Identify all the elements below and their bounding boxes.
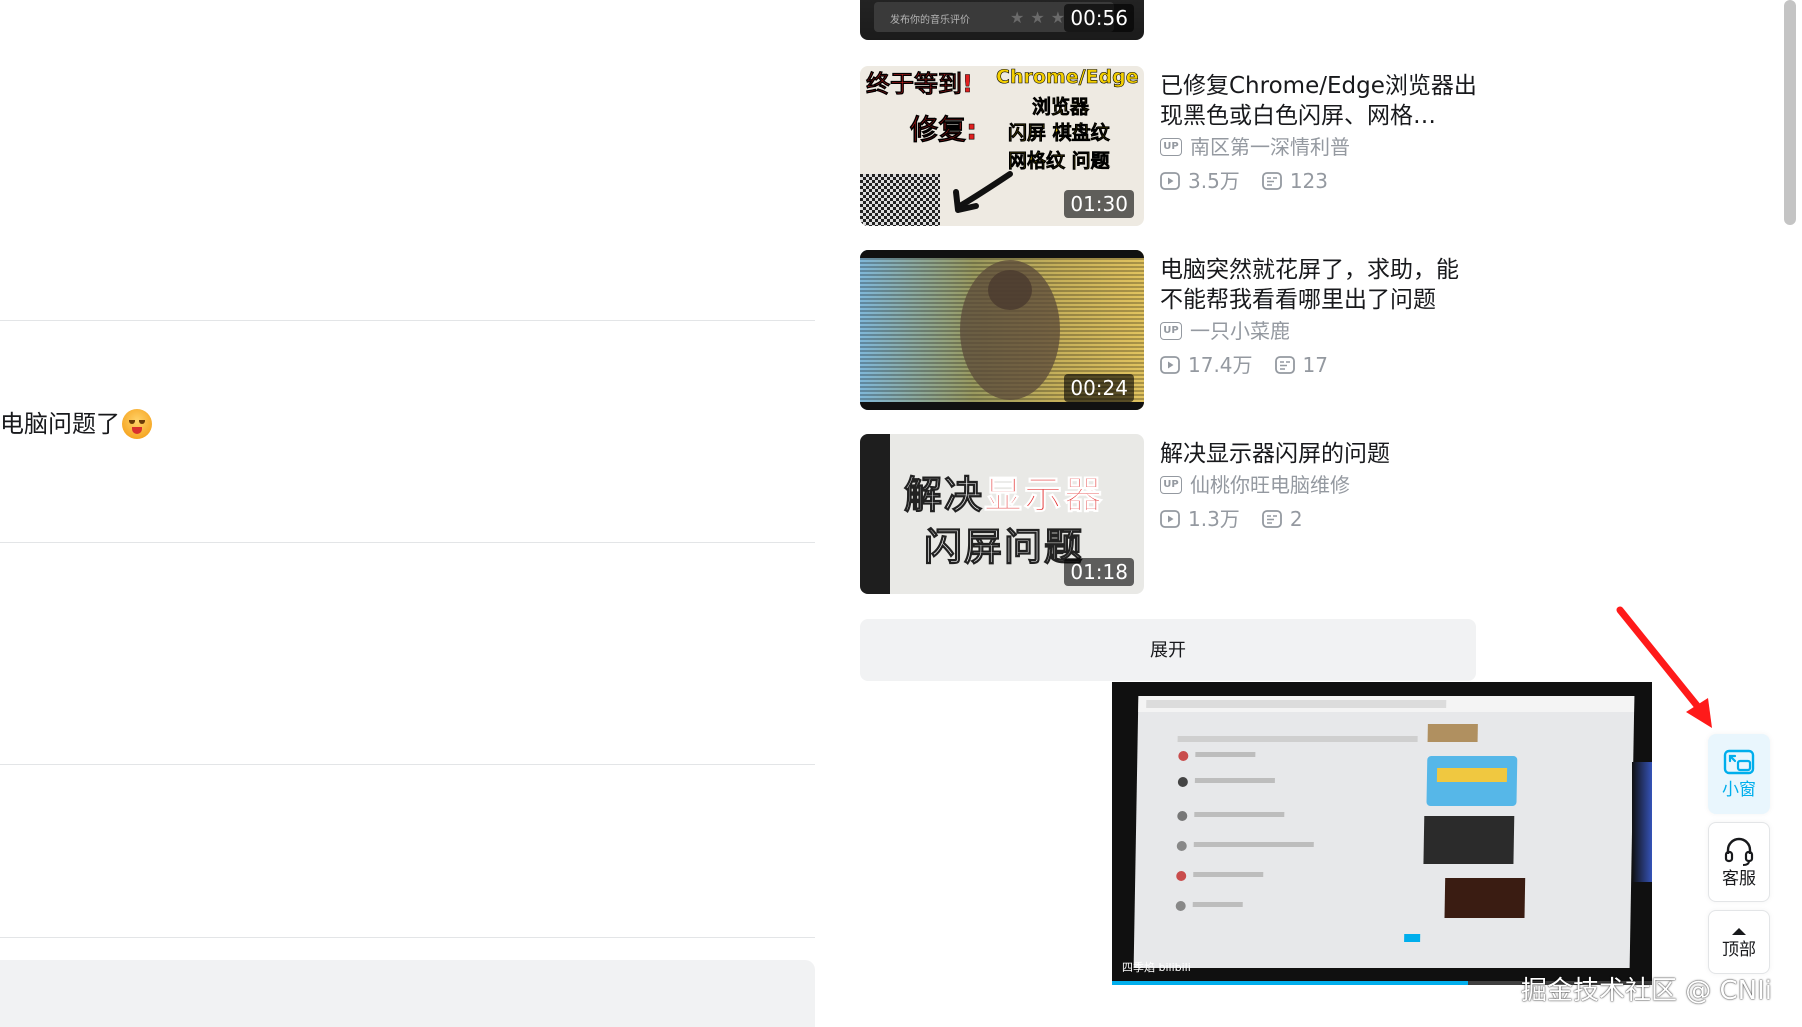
customer-service-label: 客服	[1722, 868, 1756, 889]
view-count: 3.5万	[1188, 169, 1240, 193]
video-duration: 01:30	[1064, 190, 1134, 218]
video-stats: 3.5万 123	[1160, 168, 1480, 194]
play-count-icon	[1160, 356, 1180, 374]
related-video-card[interactable]: 00:24 电脑突然就花屏了，求助，能不能帮我看看哪里出了问题 UP 一只小菜鹿…	[860, 250, 1480, 410]
video-stats: 17.4万 17	[1160, 352, 1480, 378]
danmaku-count-icon	[1274, 356, 1295, 374]
video-uploader[interactable]: UP 仙桃你旺电脑维修	[1160, 472, 1480, 498]
thumb-text: 终于等到!	[866, 70, 973, 99]
comment-divider	[0, 937, 815, 938]
video-stats: 1.3万 2	[1160, 506, 1480, 532]
comment-text: 电脑问题了	[0, 408, 152, 440]
screen-content-image	[1138, 696, 1635, 942]
page-scrollbar[interactable]	[1784, 0, 1796, 225]
comment-input-bar[interactable]	[0, 960, 815, 1027]
video-duration: 00:56	[1064, 4, 1134, 32]
customer-service-button[interactable]: 客服	[1708, 822, 1770, 902]
comment-divider	[0, 764, 815, 765]
emoji-icon	[122, 409, 152, 439]
red-arrow-icon	[1616, 606, 1712, 728]
video-uploader[interactable]: UP 南区第一深情利普	[1160, 134, 1480, 160]
video-title[interactable]: 已修复Chrome/Edge浏览器出现黑色或白色闪屏、网格…	[1160, 71, 1480, 131]
mini-window-label: 小窗	[1722, 779, 1756, 800]
comment-divider	[0, 320, 815, 321]
comment-partial-text: 电脑问题了	[0, 410, 120, 438]
mini-window-button[interactable]: 小窗	[1708, 734, 1770, 814]
thumb-text: 显示器	[983, 473, 1105, 518]
mini-player-progress-fill	[1112, 981, 1469, 985]
mini-window-icon	[1723, 749, 1755, 774]
thumb-text: 修复:	[910, 113, 978, 147]
view-count: 17.4万	[1188, 353, 1253, 377]
thumb-text: 网格纹 问题	[1008, 150, 1110, 173]
up-badge-icon: UP	[1160, 322, 1182, 340]
danmaku-count: 2	[1289, 507, 1303, 531]
video-title[interactable]: 电脑突然就花屏了，求助，能不能帮我看看哪里出了问题	[1160, 255, 1480, 315]
mini-player-window[interactable]: 四季焰 bilibili	[1112, 682, 1652, 985]
up-badge-icon: UP	[1160, 476, 1182, 494]
video-duration: 00:24	[1064, 374, 1134, 402]
related-video-card[interactable]: 终于等到! Chrome/Edge 浏览器 修复: 闪屏 棋盘纹 网格纹 问题 …	[860, 66, 1480, 226]
thumb-text: 闪屏问题	[923, 525, 1085, 570]
mini-player-watermark: 四季焰 bilibili	[1122, 961, 1191, 974]
caret-up-icon	[1732, 927, 1746, 935]
back-to-top-label: 顶部	[1722, 939, 1756, 960]
thumb-text: 解决	[903, 473, 985, 518]
uploader-name: 一只小菜鹿	[1190, 319, 1290, 343]
thumb-text: Chrome/Edge	[996, 66, 1139, 88]
related-video-card[interactable]: 发布你的音乐评价 ★★★ 00:56	[860, 0, 1480, 40]
video-thumbnail[interactable]: 00:24	[860, 250, 1144, 410]
video-duration: 01:18	[1064, 558, 1134, 586]
play-count-icon	[1160, 510, 1180, 528]
view-count: 1.3万	[1188, 507, 1240, 531]
page: 电脑问题了 发布你的音乐评价 ★★★ 00:56 终于等到! Chrome/Ed…	[0, 0, 1802, 1027]
uploader-name: 南区第一深情利普	[1190, 135, 1350, 159]
uploader-name: 仙桃你旺电脑维修	[1190, 473, 1350, 497]
danmaku-count: 123	[1289, 169, 1328, 193]
source-watermark: 掘金技术社区 @ CNIi	[1520, 976, 1772, 1006]
danmaku-count: 17	[1302, 353, 1328, 377]
video-thumbnail[interactable]: 发布你的音乐评价 ★★★ 00:56	[860, 0, 1144, 40]
expand-button[interactable]: 展开	[860, 619, 1476, 681]
video-title[interactable]: 解决显示器闪屏的问题	[1160, 439, 1480, 469]
mini-player-video[interactable]	[1133, 696, 1635, 968]
related-video-card[interactable]: 解决 显示器 闪屏问题 01:18 解决显示器闪屏的问题 UP 仙桃你旺电脑维修…	[860, 434, 1480, 594]
danmaku-count-icon	[1261, 172, 1282, 190]
video-thumbnail[interactable]: 解决 显示器 闪屏问题 01:18	[860, 434, 1144, 594]
back-to-top-button[interactable]: 顶部	[1708, 910, 1770, 974]
play-count-icon	[1160, 172, 1180, 190]
danmaku-count-icon	[1261, 510, 1282, 528]
video-thumbnail[interactable]: 终于等到! Chrome/Edge 浏览器 修复: 闪屏 棋盘纹 网格纹 问题 …	[860, 66, 1144, 226]
thumb-text: 浏览器	[1032, 96, 1090, 119]
headset-icon	[1724, 837, 1754, 866]
rating-stars-icon: ★★★	[1010, 8, 1072, 27]
up-badge-icon: UP	[1160, 138, 1182, 156]
thumb-text: 闪屏 棋盘纹	[1008, 122, 1110, 145]
comment-divider	[0, 542, 815, 543]
thumb-caption: 发布你的音乐评价	[890, 15, 970, 26]
video-uploader[interactable]: UP 一只小菜鹿	[1160, 318, 1480, 344]
